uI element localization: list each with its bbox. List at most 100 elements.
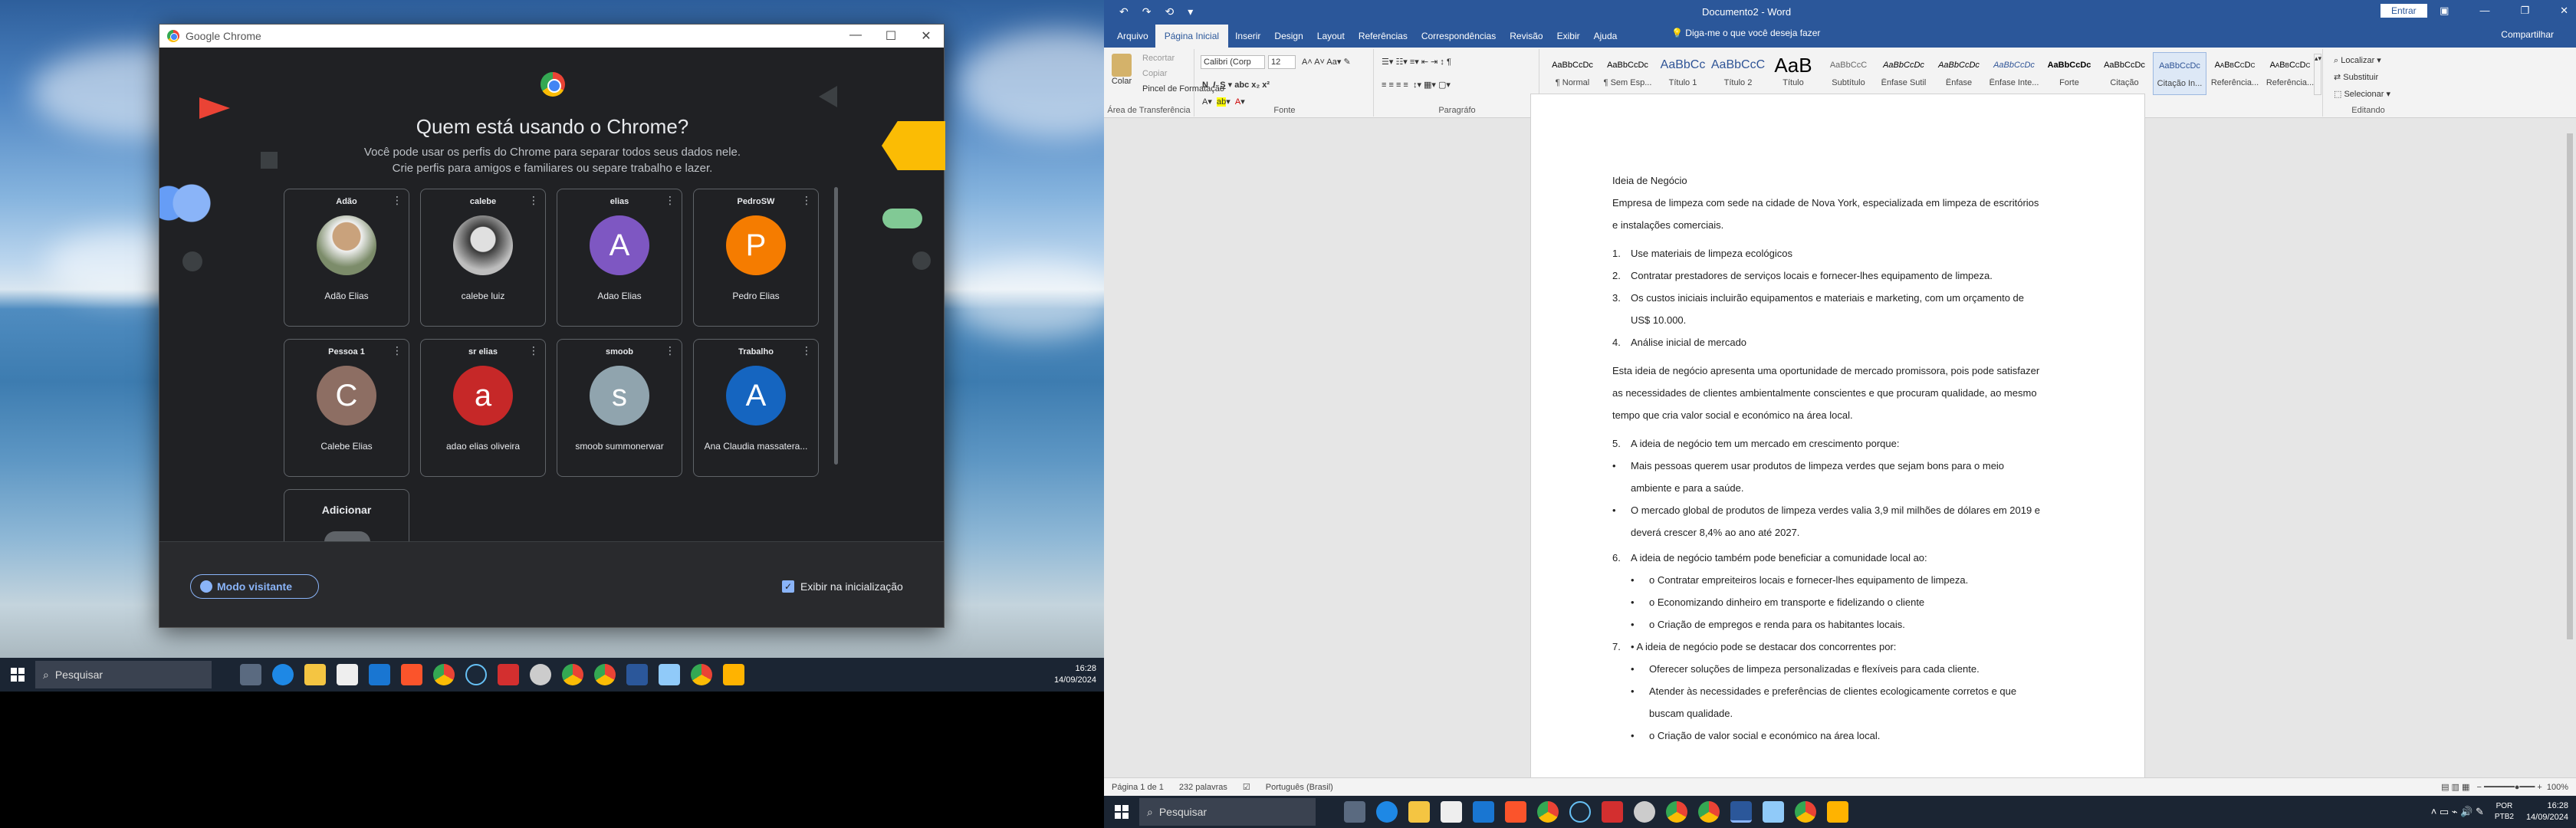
chrome-titlebar[interactable]: Google Chrome — ☐ ✕ xyxy=(159,25,944,48)
font-name-select[interactable]: Calibri (Corp xyxy=(1201,55,1265,69)
more-options-icon[interactable]: ⋮ xyxy=(801,194,812,207)
styles-more-icon[interactable]: ▴▾ xyxy=(2314,54,2321,95)
replace-button[interactable]: ⇄ Substituir xyxy=(2334,72,2378,82)
pdf-icon[interactable] xyxy=(1602,801,1623,823)
steam-icon[interactable] xyxy=(1569,801,1591,823)
word-titlebar[interactable]: ↶ ↷ ⟲ ▾ Documento2 - Word Entrar ▣ — ❐ ✕ xyxy=(1104,0,2576,23)
chrome-profile-icon[interactable] xyxy=(1666,801,1687,823)
close-button[interactable]: ✕ xyxy=(2560,5,2568,17)
profile-card[interactable]: Adão ⋮ Adão Elias xyxy=(284,189,409,327)
style-item[interactable]: AaBbCcDc Referência... xyxy=(2208,52,2262,95)
chrome-profile-3-icon[interactable] xyxy=(1795,801,1816,823)
profile-scrollbar[interactable] xyxy=(834,187,838,465)
task-view-icon[interactable] xyxy=(240,664,261,685)
settings-gear-icon[interactable] xyxy=(1634,801,1655,823)
chrome-profile-3-icon[interactable] xyxy=(691,664,712,685)
restore-button[interactable]: ❐ xyxy=(2520,5,2529,17)
more-options-icon[interactable]: ⋮ xyxy=(665,194,675,207)
start-button[interactable] xyxy=(0,658,35,692)
share-button[interactable]: Compartilhar xyxy=(2494,29,2561,46)
style-item[interactable]: AaB Título xyxy=(1766,52,1820,95)
font-size-select[interactable]: 12 xyxy=(1268,55,1296,69)
font-size-controls[interactable]: A˄ A˅ Aa▾ ✎ xyxy=(1302,57,1351,67)
profile-card[interactable]: calebe ⋮ calebe luiz xyxy=(420,189,546,327)
tab-2[interactable]: Inserir xyxy=(1228,31,1267,48)
page-count[interactable]: Página 1 de 1 xyxy=(1112,783,1164,792)
chrome-profile-icon[interactable] xyxy=(562,664,583,685)
tab-6[interactable]: Correspondências xyxy=(1414,31,1503,48)
taskbar-clock[interactable]: 16:28 14/09/2024 xyxy=(1054,663,1104,686)
style-item[interactable]: AaBbCcDc Ênfase xyxy=(1932,52,1986,95)
vertical-scrollbar[interactable] xyxy=(2564,118,2576,777)
font-format-buttons[interactable]: N I S ▾ abc x₂ x² xyxy=(1202,80,1270,90)
style-item[interactable]: AaBbCcDc ¶ Sem Esp... xyxy=(1601,52,1654,95)
more-options-icon[interactable]: ⋮ xyxy=(392,194,402,207)
style-item[interactable]: AaBbCcC Subtítulo xyxy=(1822,52,1875,95)
tab-3[interactable]: Design xyxy=(1267,31,1309,48)
more-options-icon[interactable]: ⋮ xyxy=(528,344,539,357)
more-options-icon[interactable]: ⋮ xyxy=(392,344,402,357)
zoom-level[interactable]: ▤ ▥ ▦ − ━━━━━━●━━━ + 100% xyxy=(2441,782,2576,792)
app-icon[interactable] xyxy=(723,664,744,685)
tab-0[interactable]: Arquivo xyxy=(1110,31,1155,48)
profile-card[interactable]: smoob ⋮ s smoob summonerwar xyxy=(557,339,682,477)
more-options-icon[interactable]: ⋮ xyxy=(665,344,675,357)
taskbar-clock[interactable]: 16:28 14/09/2024 xyxy=(2526,800,2576,823)
brave-icon[interactable] xyxy=(1505,801,1526,823)
word-count[interactable]: 232 palavras xyxy=(1179,783,1227,792)
tab-9[interactable]: Ajuda xyxy=(1587,31,1625,48)
edge-icon[interactable] xyxy=(272,664,294,685)
tab-7[interactable]: Revisão xyxy=(1503,31,1549,48)
chrome-taskbar-icon[interactable] xyxy=(1537,801,1559,823)
start-button[interactable] xyxy=(1104,805,1139,819)
word-taskbar-icon[interactable] xyxy=(626,664,648,685)
word-taskbar-icon[interactable] xyxy=(1730,801,1752,823)
notes-icon[interactable] xyxy=(1763,801,1784,823)
settings-gear-icon[interactable] xyxy=(530,664,551,685)
cut-button[interactable]: Recortar xyxy=(1142,54,1175,63)
sign-in-button[interactable]: Entrar xyxy=(2380,4,2427,18)
tab-8[interactable]: Exibir xyxy=(1550,31,1587,48)
chrome-profile-2-icon[interactable] xyxy=(1698,801,1720,823)
app-icon[interactable] xyxy=(1827,801,1848,823)
steam-icon[interactable] xyxy=(465,664,487,685)
pdf-icon[interactable] xyxy=(498,664,519,685)
add-profile-card[interactable]: Adicionar xyxy=(284,489,409,542)
style-item[interactable]: AaBbCcDc Citação In... xyxy=(2153,52,2206,95)
style-item[interactable]: AaBbCcDc ¶ Normal xyxy=(1546,52,1599,95)
taskbar-search[interactable]: ⌕ Pesquisar xyxy=(35,661,212,688)
show-on-startup-checkbox[interactable]: ✓ Exibir na inicialização xyxy=(782,580,903,593)
tab-1[interactable]: Página Inicial xyxy=(1155,25,1229,48)
redo-icon[interactable]: ↷ xyxy=(1142,5,1152,18)
minimize-button[interactable]: — xyxy=(838,28,873,44)
notes-icon[interactable] xyxy=(659,664,680,685)
file-explorer-icon[interactable] xyxy=(1408,801,1430,823)
style-item[interactable]: AaBbCcC Título 2 xyxy=(1711,52,1765,95)
more-options-icon[interactable]: ⋮ xyxy=(801,344,812,357)
store-icon[interactable] xyxy=(337,664,358,685)
guest-mode-button[interactable]: Modo visitante xyxy=(190,574,319,599)
copy-button[interactable]: Copiar xyxy=(1142,69,1167,78)
chrome-profile-2-icon[interactable] xyxy=(594,664,616,685)
taskbar-search[interactable]: ⌕ Pesquisar xyxy=(1139,798,1316,826)
system-tray[interactable]: ˄ ▭ ⌁ 🔊 ✎ xyxy=(2431,806,2484,818)
style-item[interactable]: AaBbCcDc Ênfase Sutil xyxy=(1877,52,1930,95)
align-buttons[interactable]: ≡ ≡ ≡ ≡ ↕▾ ▦▾ ▢▾ xyxy=(1382,80,1451,90)
select-button[interactable]: ⬚ Selecionar ▾ xyxy=(2334,89,2390,99)
style-item[interactable]: AaBbCcDc Referência... xyxy=(2263,52,2317,95)
document-page[interactable]: Ideia de Negócio Empresa de limpeza com … xyxy=(1530,94,2145,784)
tab-4[interactable]: Layout xyxy=(1310,31,1352,48)
close-button[interactable]: ✕ xyxy=(909,28,944,44)
style-item[interactable]: AaBbCcDc Ênfase Inte... xyxy=(1987,52,2041,95)
profile-card[interactable]: Pessoa 1 ⋮ C Calebe Elias xyxy=(284,339,409,477)
proofing-icon[interactable]: ☑ xyxy=(1243,782,1250,792)
profile-card[interactable]: Trabalho ⋮ A Ana Claudia massatera... xyxy=(693,339,819,477)
edge-icon[interactable] xyxy=(1376,801,1398,823)
paste-button[interactable]: Colar xyxy=(1110,54,1133,86)
task-view-icon[interactable] xyxy=(1344,801,1365,823)
mail-icon[interactable] xyxy=(1473,801,1494,823)
autosave-icon[interactable]: ⟲ xyxy=(1165,5,1174,18)
language[interactable]: Português (Brasil) xyxy=(1266,783,1333,792)
document-body[interactable]: Ideia de Negócio Empresa de limpeza com … xyxy=(1612,169,2042,747)
profile-card[interactable]: elias ⋮ A Adao Elias xyxy=(557,189,682,327)
